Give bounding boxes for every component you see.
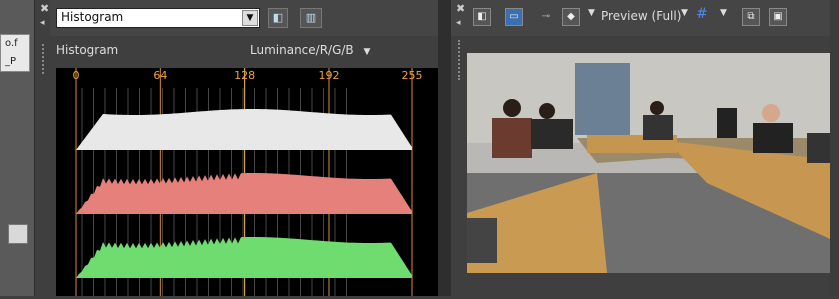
- histogram-svg: 0 64 128 192 255: [73, 68, 423, 296]
- red-histogram: [76, 173, 412, 214]
- video-preview[interactable]: [467, 53, 839, 273]
- preview-drag-handle[interactable]: [458, 40, 462, 80]
- quality-dropdown-icon[interactable]: ▼: [681, 8, 688, 18]
- left-panel-grip[interactable]: ✖ ◂: [36, 0, 50, 296]
- tick-label: 128: [234, 69, 255, 82]
- grid-icon[interactable]: #: [696, 6, 708, 22]
- save-snapshot-button[interactable]: ▣: [769, 8, 787, 26]
- view-select[interactable]: Histogram ▼: [56, 8, 260, 28]
- panel-title: Histogram: [56, 43, 119, 57]
- right-edge: [830, 0, 839, 296]
- preview-toolbar: ✖ ◂ ◧ ▭ ⊸ ◆ ▼ Preview (Full) ▼ # ▼ ⧉ ▣: [451, 0, 839, 36]
- preview-quality-dropdown[interactable]: Preview (Full): [601, 9, 681, 23]
- copy-snapshot-button[interactable]: ⧉: [742, 8, 760, 26]
- tick-label: 64: [153, 69, 167, 82]
- external-monitor-button[interactable]: ▭: [505, 8, 523, 26]
- tick-label: 255: [402, 69, 423, 82]
- video-properties-button[interactable]: ◧: [473, 8, 491, 26]
- tick-label: 192: [318, 69, 339, 82]
- drag-handle[interactable]: [42, 44, 46, 74]
- close-icon[interactable]: ✖: [40, 2, 49, 15]
- histogram-header: Histogram Luminance/R/G/B ▼: [50, 38, 438, 64]
- close-icon[interactable]: ✖: [456, 2, 465, 15]
- preview-quality-label: Preview (Full): [601, 9, 682, 23]
- tick-label: 0: [73, 69, 80, 82]
- preview-image: [467, 53, 839, 273]
- histogram-plot: 0 64 128 192 255: [56, 68, 438, 296]
- view-select-value: Histogram: [61, 10, 124, 24]
- dropdown-arrow-icon: ▼: [363, 47, 371, 57]
- histogram-mode-button[interactable]: ▥: [300, 8, 322, 28]
- left-clipped-panel: o.f _P: [0, 0, 35, 296]
- channel-mode-label: Luminance/R/G/B: [250, 43, 354, 57]
- clipped-list: o.f _P: [0, 34, 30, 72]
- clipped-item-2[interactable]: _P: [1, 53, 29, 71]
- settings-button[interactable]: ◧: [268, 8, 288, 28]
- overlay-button[interactable]: ◆: [562, 8, 580, 26]
- green-histogram: [76, 237, 412, 278]
- clipped-item-1[interactable]: o.f: [1, 35, 29, 53]
- chevron-down-icon[interactable]: ▼: [242, 10, 258, 26]
- channel-mode-dropdown[interactable]: Luminance/R/G/B ▼: [250, 43, 370, 57]
- panel-separator[interactable]: [438, 0, 451, 296]
- overlay-dropdown-icon[interactable]: ▼: [588, 8, 595, 18]
- pin-icon[interactable]: ◂: [40, 18, 45, 28]
- clipped-button[interactable]: [8, 224, 28, 244]
- pin-icon[interactable]: ◂: [456, 18, 461, 28]
- split-screen-icon[interactable]: ⊸: [537, 8, 555, 26]
- grid-dropdown-icon[interactable]: ▼: [720, 8, 727, 18]
- luminance-histogram: [76, 109, 412, 150]
